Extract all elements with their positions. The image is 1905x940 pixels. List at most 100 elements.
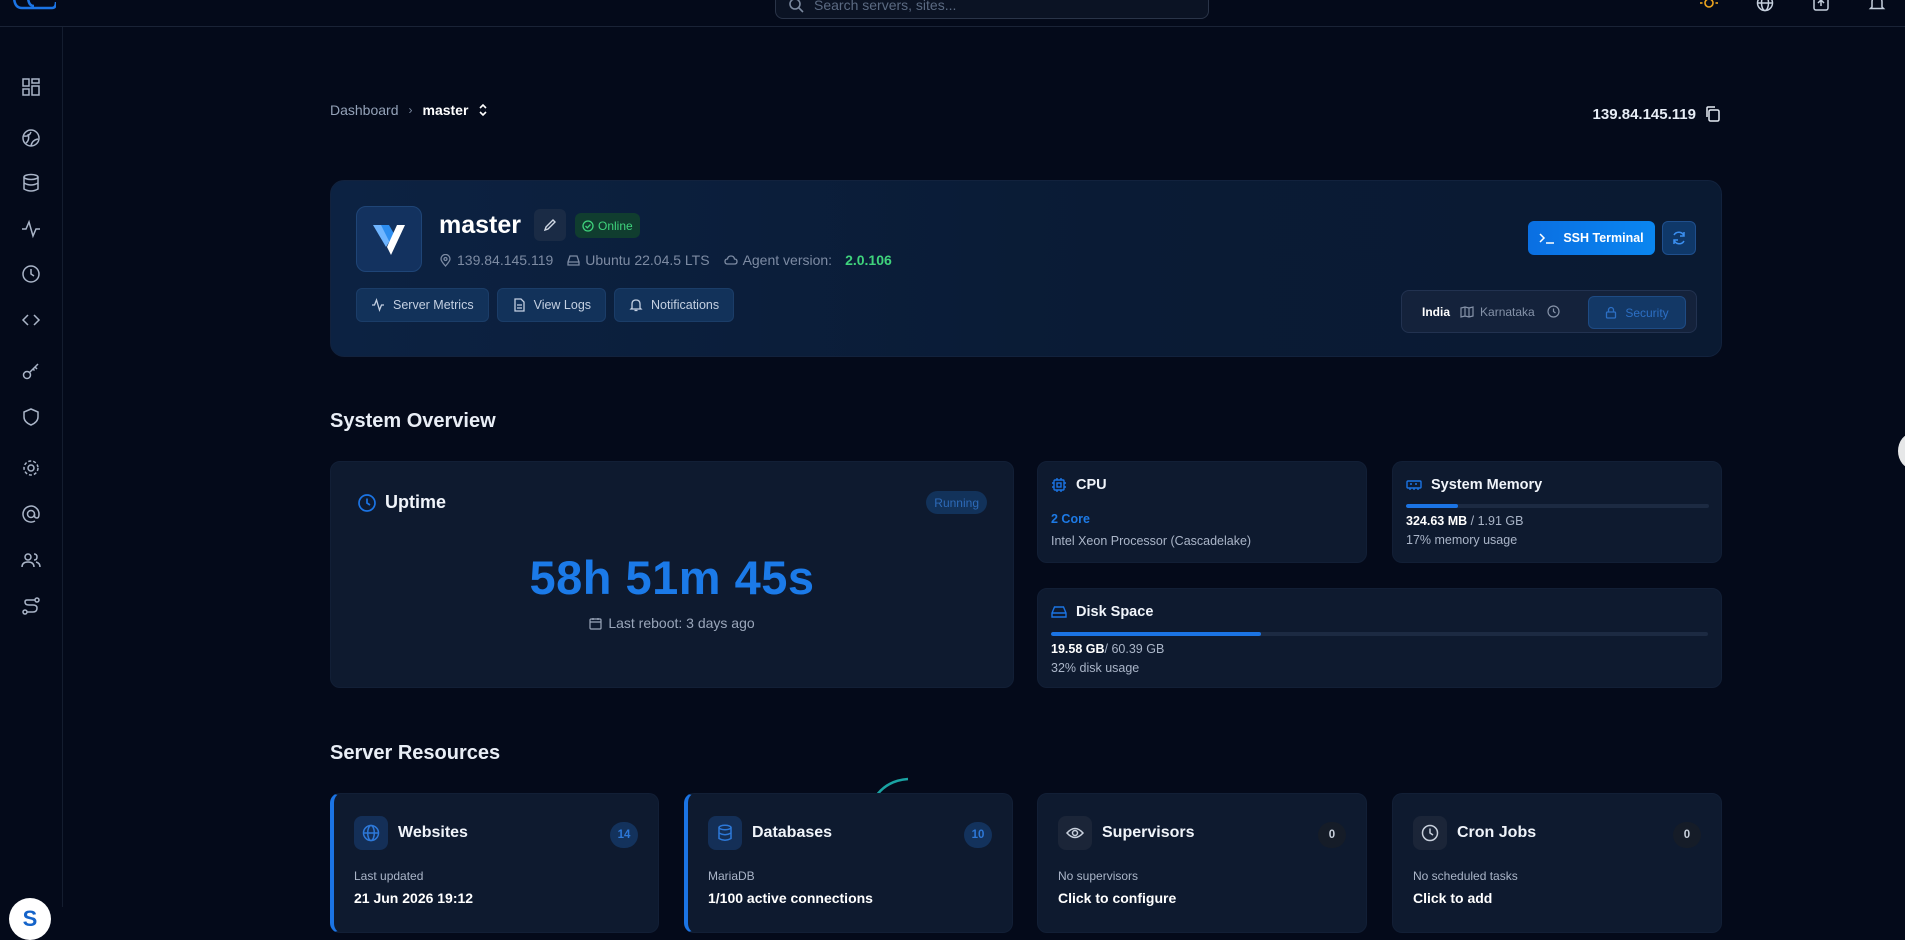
location-country: India	[1422, 304, 1451, 319]
cloud-icon	[723, 255, 738, 265]
databases-card[interactable]: Databases 10 MariaDB 1/100 active connec…	[684, 793, 1013, 933]
server-resources-title: Server Resources	[330, 742, 501, 764]
memory-title-text: System Memory	[1431, 477, 1543, 493]
map-icon	[1460, 305, 1474, 318]
ssh-terminal-button[interactable]: SSH Terminal	[1528, 221, 1655, 255]
cron-jobs-card[interactable]: Cron Jobs 0 No scheduled tasks Click to …	[1392, 793, 1722, 933]
refresh-button[interactable]	[1662, 221, 1696, 255]
memory-card: System Memory 324.63 MB / 1.91 GB 17% me…	[1392, 461, 1722, 563]
sidebar-item-settings[interactable]	[19, 456, 43, 480]
cpu-icon	[1052, 478, 1066, 492]
databases-icon-box	[708, 816, 742, 850]
security-button[interactable]: Security	[1588, 296, 1686, 329]
sidebar-item-security[interactable]	[19, 405, 43, 429]
globe-icon	[22, 129, 40, 147]
language-button[interactable]	[1737, 0, 1793, 12]
cron-sub: No scheduled tasks	[1413, 869, 1518, 883]
top-bar	[0, 0, 1905, 27]
eye-icon	[1066, 827, 1084, 839]
cpu-cores: 2 Core	[1051, 512, 1090, 526]
notifications-bell-button[interactable]	[1849, 0, 1905, 12]
running-badge: Running	[926, 491, 987, 514]
location-region: Karnataka	[1480, 304, 1535, 319]
globe-icon	[1756, 0, 1774, 12]
supervisors-title: Supervisors	[1102, 824, 1195, 841]
memory-usage-text: 17% memory usage	[1406, 533, 1518, 547]
hard-drive-icon	[1051, 606, 1067, 618]
sidebar-item-email[interactable]	[19, 502, 43, 526]
search-input[interactable]	[814, 0, 1174, 13]
websites-count: 14	[610, 822, 638, 848]
terminal-icon	[1539, 233, 1555, 244]
websites-sub: Last updated	[354, 869, 424, 883]
websites-main: 21 Jun 2026 19:12	[354, 890, 474, 906]
search-bar[interactable]	[775, 0, 1209, 19]
sidebar-item-cron[interactable]	[19, 262, 43, 286]
clock-icon	[22, 265, 40, 283]
server-action-row: Server Metrics View Logs Notifications	[356, 288, 735, 322]
uptime-value: 58h 51m 45s	[529, 551, 815, 604]
disk-title-text: Disk Space	[1076, 604, 1154, 620]
notifications-button[interactable]: Notifications	[614, 288, 735, 322]
gear-icon	[23, 460, 39, 476]
supervisors-main[interactable]: Click to configure	[1058, 890, 1176, 906]
supervisors-count: 0	[1318, 822, 1346, 848]
server-header-card: master Online 139.84.145.119 Ubuntu 22.0…	[330, 180, 1722, 357]
agent-version-value: 2.0.106	[845, 252, 892, 268]
chevron-up-down-icon[interactable]	[478, 103, 488, 117]
avatar[interactable]: S	[9, 898, 51, 940]
sidebar-item-keys[interactable]	[19, 359, 43, 383]
view-logs-button[interactable]: View Logs	[496, 288, 607, 322]
server-metrics-label: Server Metrics	[393, 298, 474, 312]
cpu-card: CPU 2 Core Intel Xeon Processor (Cascade…	[1037, 461, 1367, 563]
websites-card[interactable]: Websites 14 Last updated 21 Jun 2026 19:…	[330, 793, 659, 933]
bell-icon	[629, 299, 643, 312]
vultr-logo-icon	[373, 225, 405, 255]
cron-title: Cron Jobs	[1457, 824, 1537, 841]
cron-count: 0	[1673, 822, 1701, 848]
ssh-terminal-label: SSH Terminal	[1563, 231, 1644, 245]
server-ip-text: 139.84.145.119	[1592, 105, 1696, 123]
status-text: Online	[598, 218, 633, 233]
sidebar-item-dashboard[interactable]	[19, 75, 43, 99]
server-metrics-button[interactable]: Server Metrics	[356, 288, 489, 322]
sidebar-item-databases[interactable]	[19, 171, 43, 195]
breadcrumb-dashboard[interactable]: Dashboard	[330, 102, 399, 118]
upload-icon	[1813, 0, 1829, 11]
databases-main: 1/100 active connections	[708, 890, 873, 906]
memory-progress-fill	[1406, 504, 1458, 508]
cpu-title: CPU	[1051, 477, 1107, 493]
copy-icon[interactable]	[1704, 105, 1722, 123]
edit-name-button[interactable]	[534, 209, 566, 241]
theme-toggle-button[interactable]	[1681, 0, 1737, 12]
breadcrumb-current[interactable]: master	[423, 102, 469, 118]
sidebar: S	[0, 27, 63, 940]
location-panel: India Karnataka Security	[1401, 290, 1697, 333]
memory-amount: 324.63 MB / 1.91 GB	[1406, 514, 1523, 528]
floating-widget-button[interactable]	[1898, 433, 1905, 469]
cron-icon-box	[1413, 816, 1447, 850]
app-logo[interactable]	[12, 0, 56, 10]
uptime-card: Uptime Running 58h 51m 45s Last reboot: …	[330, 461, 1014, 688]
disk-title: Disk Space	[1051, 604, 1153, 620]
sun-icon	[1700, 0, 1718, 8]
search-icon	[789, 0, 804, 13]
hard-drive-icon	[567, 254, 580, 266]
websites-title: Websites	[398, 824, 468, 841]
database-icon	[718, 824, 732, 841]
security-label: Security	[1625, 305, 1669, 320]
clock-icon	[358, 493, 376, 512]
system-overview-title: System Overview	[330, 410, 496, 432]
globe-icon	[362, 824, 380, 842]
key-icon	[22, 363, 39, 380]
cron-main[interactable]: Click to add	[1413, 890, 1492, 906]
upload-button[interactable]	[1793, 0, 1849, 12]
sidebar-item-code[interactable]	[19, 308, 43, 332]
sidebar-item-network[interactable]	[19, 126, 43, 150]
websites-icon-box	[354, 816, 388, 850]
sidebar-item-metrics[interactable]	[19, 217, 43, 241]
sidebar-item-users[interactable]	[19, 548, 43, 572]
sidebar-item-routes[interactable]	[19, 594, 43, 618]
server-ip-copy: 139.84.145.119	[1593, 105, 1722, 123]
supervisors-card[interactable]: Supervisors 0 No supervisors Click to co…	[1037, 793, 1367, 933]
